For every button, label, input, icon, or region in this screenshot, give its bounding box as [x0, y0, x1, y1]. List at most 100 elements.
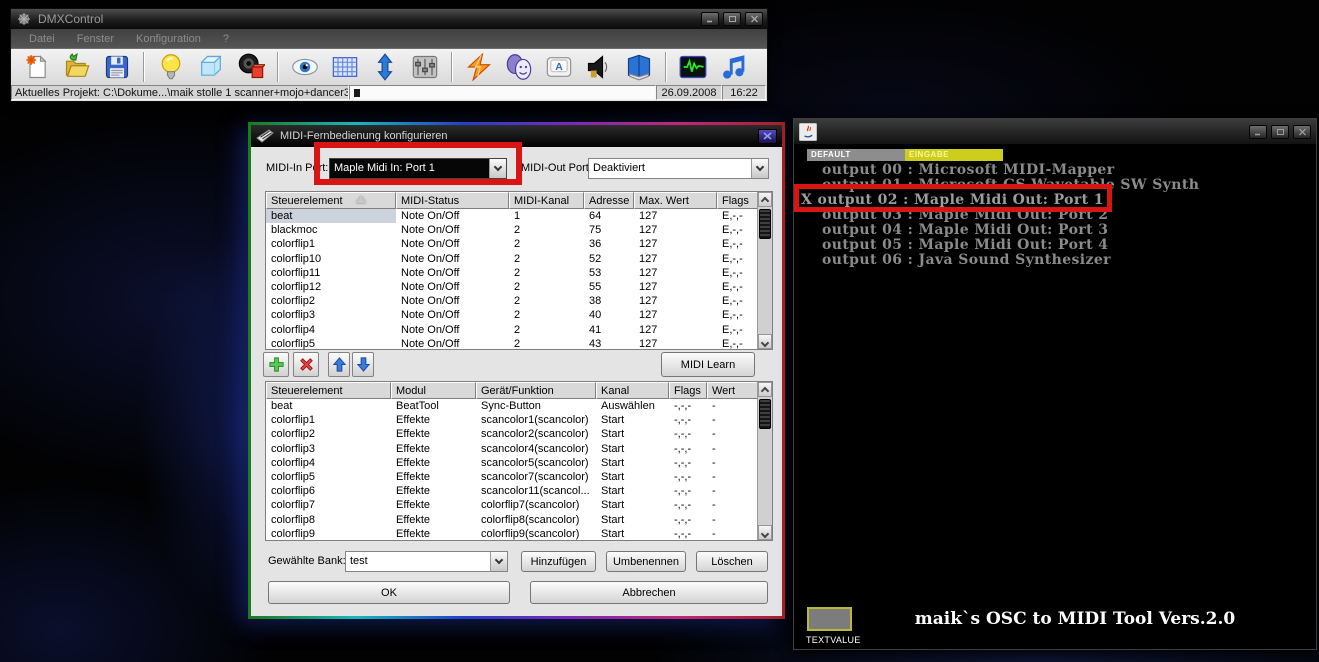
eye-icon[interactable]: [291, 53, 319, 81]
delete-bank-button[interactable]: Löschen: [696, 551, 768, 572]
table-row[interactable]: colorflip3 Note On/Off 2 40 127 E,-,-: [266, 308, 759, 322]
plus-icon: [268, 356, 285, 373]
maximize-button[interactable]: [723, 12, 741, 26]
svg-text:A: A: [555, 61, 563, 73]
scrollbar-thumb[interactable]: [759, 399, 771, 429]
scroll-down-button[interactable]: [758, 334, 772, 349]
column-header[interactable]: Modul: [391, 382, 476, 399]
output-list-item[interactable]: output 04 : Maple Midi Out: Port 3: [794, 223, 1312, 238]
tab-eingabe[interactable]: EINGABE: [905, 149, 1003, 161]
move-down-button[interactable]: [352, 352, 374, 377]
close-button[interactable]: [745, 12, 763, 26]
lightning-icon[interactable]: [465, 53, 493, 81]
output-list-item[interactable]: X output 02 : Maple Midi Out: Port 1: [794, 193, 1312, 208]
cancel-button[interactable]: Abbrechen: [530, 581, 768, 604]
table-row[interactable]: beat Note On/Off 1 64 127 E,-,-: [266, 209, 396, 223]
move-up-button[interactable]: [328, 352, 350, 377]
audio-scene-icon[interactable]: [237, 53, 265, 81]
midi-in-port-combo[interactable]: Maple Midi In: Port 1: [329, 158, 507, 179]
column-header[interactable]: MIDI-Kanal: [509, 192, 584, 209]
menu-item[interactable]: ?: [223, 33, 229, 45]
ice-cube-icon[interactable]: [197, 53, 225, 81]
rename-bank-button[interactable]: Umbenennen: [606, 551, 686, 572]
table-row[interactable]: colorflip2 Note On/Off 2 38 127 E,-,-: [266, 294, 759, 308]
column-header[interactable]: Flags: [717, 192, 759, 209]
table-row[interactable]: colorflip4 Note On/Off 2 41 127 E,-,-: [266, 323, 759, 337]
chevron-down-icon: [761, 338, 769, 346]
midi-learn-button[interactable]: MIDI Learn: [661, 352, 755, 377]
textvalue-label: TEXTVALUE: [806, 635, 861, 645]
new-project-icon[interactable]: [23, 53, 51, 81]
status-date: 26.09.2008: [656, 85, 722, 100]
save-project-icon[interactable]: [103, 53, 131, 81]
channel-grid-icon[interactable]: [331, 53, 359, 81]
vertical-scrollbar[interactable]: [757, 382, 772, 540]
table-row[interactable]: colorflip1 Effekte scancolor1(scancolor)…: [266, 413, 351, 427]
sliders-icon[interactable]: [411, 53, 439, 81]
vertical-scrollbar[interactable]: [757, 192, 772, 349]
book-icon[interactable]: [625, 53, 653, 81]
midi-out-port-combo[interactable]: Deaktiviert: [588, 158, 769, 179]
table-row[interactable]: colorflip8 Effekte colorflip8(scancolor)…: [266, 513, 759, 527]
open-project-icon[interactable]: [63, 53, 91, 81]
updown-arrows-icon[interactable]: [371, 53, 399, 81]
ok-button[interactable]: OK: [268, 581, 510, 604]
menu-item[interactable]: Datei: [29, 33, 55, 45]
midi-out-dropdown-button[interactable]: [751, 159, 768, 178]
column-header[interactable]: Adresse: [584, 192, 634, 209]
output-list-item[interactable]: output 00 : Microsoft MIDI-Mapper: [794, 163, 1312, 178]
textvalue-box[interactable]: [807, 607, 852, 631]
scrollbar-thumb[interactable]: [759, 209, 771, 239]
music-note-icon[interactable]: [719, 53, 747, 81]
column-header[interactable]: Steuerelement: [266, 382, 391, 399]
scroll-up-button[interactable]: [758, 382, 772, 397]
column-header[interactable]: Flags: [669, 382, 707, 399]
table-row[interactable]: colorflip6 Effekte scancolor11(scancol..…: [266, 484, 759, 498]
table-row[interactable]: colorflip1 Note On/Off 2 36 127 E,-,-: [266, 237, 341, 251]
add-row-button[interactable]: [263, 352, 289, 377]
table-row[interactable]: colorflip10 Note On/Off 2 52 127 E,-,-: [266, 252, 316, 266]
table-row[interactable]: colorflip7 Effekte colorflip7(scancolor)…: [266, 498, 759, 512]
table-row[interactable]: colorflip5 Effekte scancolor7(scancolor)…: [266, 470, 318, 484]
column-header[interactable]: Kanal: [596, 382, 669, 399]
bank-combo[interactable]: test: [345, 551, 508, 572]
minimize-button[interactable]: [701, 12, 719, 26]
output-list-item[interactable]: output 01 : Microsoft GS Wavetable SW Sy…: [794, 178, 1312, 193]
menu-item[interactable]: Fenster: [77, 33, 114, 45]
table-row[interactable]: colorflip2 Effekte scancolor2(scancolor)…: [266, 427, 386, 441]
table-row[interactable]: blackmoc Note On/Off 2 75 127 E,-,-: [266, 223, 379, 237]
speaker-icon[interactable]: [585, 53, 613, 81]
add-bank-button[interactable]: Hinzufügen: [521, 551, 596, 572]
table-row[interactable]: colorflip12 Note On/Off 2 55 127 E,-,-: [266, 280, 308, 294]
delete-row-button[interactable]: [293, 352, 319, 377]
table-body: beat BeatTool Sync-Button Auswählen -,-,…: [266, 399, 759, 541]
table-row[interactable]: beat BeatTool Sync-Button Auswählen -,-,…: [266, 399, 391, 413]
tab-default[interactable]: DEFAULT: [807, 149, 905, 161]
table-row[interactable]: colorflip11 Note On/Off 2 53 127 E,-,-: [266, 266, 349, 280]
minimize-button[interactable]: [1249, 125, 1267, 139]
close-button[interactable]: [1293, 125, 1311, 139]
menu-item[interactable]: Konfiguration: [136, 33, 201, 45]
table-row[interactable]: colorflip4 Effekte scancolor5(scancolor)…: [266, 456, 304, 470]
keyboard-key-icon[interactable]: A: [545, 53, 573, 81]
output-list-item[interactable]: output 06 : Java Sound Synthesizer: [794, 253, 1312, 268]
table-row[interactable]: colorflip9 Effekte colorflip9(scancolor)…: [266, 527, 759, 541]
bank-dropdown-button[interactable]: [490, 552, 507, 571]
maximize-button[interactable]: [1271, 125, 1289, 139]
column-header[interactable]: Steuerelement: [266, 192, 396, 209]
masks-icon[interactable]: [505, 53, 533, 81]
lightbulb-icon[interactable]: [157, 53, 185, 81]
column-header[interactable]: MIDI-Status: [396, 192, 509, 209]
dialog-close-button[interactable]: [758, 129, 777, 144]
scroll-down-button[interactable]: [758, 525, 772, 540]
column-header[interactable]: Wert: [707, 382, 759, 399]
column-header[interactable]: Max. Wert: [634, 192, 717, 209]
table-row[interactable]: colorflip3 Effekte scancolor4(scancolor)…: [266, 442, 339, 456]
output-list-item[interactable]: output 03 : Maple Midi Out: Port 2: [794, 208, 1312, 223]
scroll-up-button[interactable]: [758, 192, 772, 207]
column-header[interactable]: Gerät/Funktion: [476, 382, 596, 399]
table-row[interactable]: colorflip5 Note On/Off 2 43 127 E,-,-: [266, 337, 759, 351]
waveform-monitor-icon[interactable]: [679, 53, 707, 81]
output-list-item[interactable]: output 05 : Maple Midi Out: Port 4: [794, 238, 1312, 253]
midi-in-dropdown-button[interactable]: [489, 159, 506, 178]
